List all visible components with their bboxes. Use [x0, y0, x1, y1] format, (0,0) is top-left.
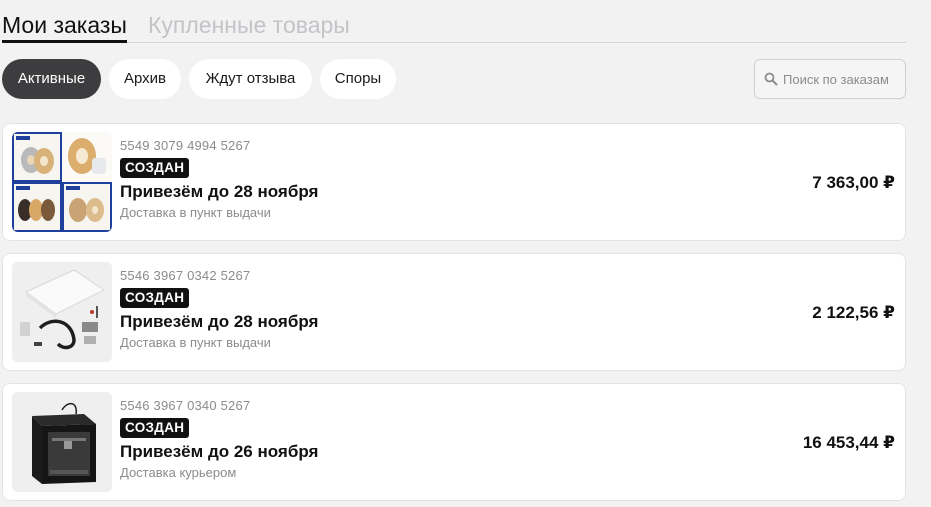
product-image-3d-printer: [12, 392, 112, 492]
status-badge: СОЗДАН: [120, 158, 190, 178]
order-card[interactable]: 5549 3079 4994 5267 СОЗДАН Привезём до 2…: [2, 123, 906, 241]
order-tabs: Мои заказы Купленные товары: [2, 12, 906, 43]
product-image-printer-parts: [12, 262, 112, 362]
order-number: 5549 3079 4994 5267: [120, 138, 251, 153]
order-info: 5546 3967 0342 5267 СОЗДАН Привезём до 2…: [120, 268, 318, 351]
filter-awaiting-review-button[interactable]: Ждут отзыва: [189, 59, 312, 99]
delivery-method: Доставка в пункт выдачи: [120, 205, 271, 220]
order-number: 5546 3967 0340 5267: [120, 398, 251, 413]
order-price: 16 453,44 ₽: [802, 433, 895, 452]
search-icon: [764, 72, 778, 86]
order-price: 2 122,56 ₽: [812, 303, 895, 322]
product-image-filament-spools: [12, 132, 112, 232]
filter-active-button[interactable]: Активные: [2, 59, 101, 99]
filter-disputes-button[interactable]: Споры: [320, 59, 396, 99]
delivery-date: Привезём до 28 ноября: [120, 182, 319, 201]
order-number: 5546 3967 0342 5267: [120, 268, 251, 283]
spool-tile: [12, 132, 62, 182]
search-input[interactable]: [783, 71, 905, 87]
filter-archive-button[interactable]: Архив: [109, 59, 181, 99]
order-search[interactable]: [754, 59, 906, 99]
order-card[interactable]: 5546 3967 0342 5267 СОЗДАН Привезём до 2…: [2, 253, 906, 371]
order-card[interactable]: 5546 3967 0340 5267 СОЗДАН Привезём до 2…: [2, 383, 906, 501]
delivery-method: Доставка в пункт выдачи: [120, 335, 271, 350]
order-info: 5549 3079 4994 5267 СОЗДАН Привезём до 2…: [120, 138, 318, 221]
status-badge: СОЗДАН: [120, 288, 190, 308]
delivery-date: Привезём до 28 ноября: [120, 312, 319, 331]
spool-tile: [62, 132, 112, 182]
delivery-method: Доставка курьером: [120, 465, 237, 480]
delivery-date: Привезём до 26 ноября: [120, 442, 319, 461]
order-info: 5546 3967 0340 5267 СОЗДАН Привезём до 2…: [120, 398, 318, 481]
status-badge: СОЗДАН: [120, 418, 190, 438]
spool-tile: [12, 182, 62, 232]
order-price: 7 363,00 ₽: [812, 173, 895, 192]
tab-purchased-items[interactable]: Купленные товары: [148, 12, 350, 38]
spool-tile: [62, 182, 112, 232]
tab-my-orders[interactable]: Мои заказы: [2, 12, 127, 43]
